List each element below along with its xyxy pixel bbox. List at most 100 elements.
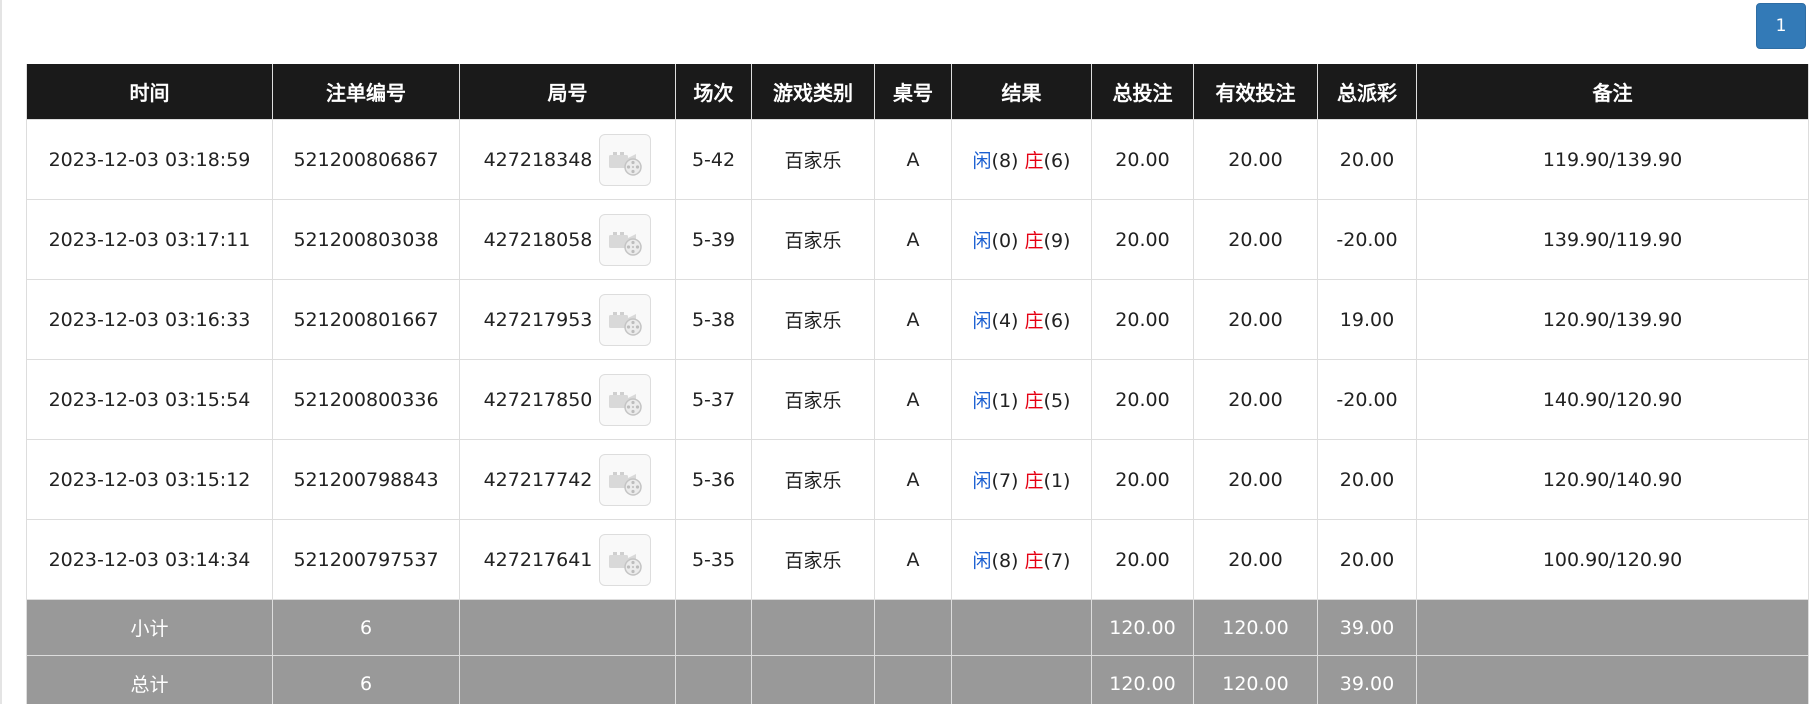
round-id-group: 427217953 <box>484 293 652 346</box>
cell-payout: 20.00 <box>1317 119 1417 200</box>
subtotal-row: 小计 6 120.00 120.00 39.00 <box>26 599 1809 656</box>
grand-total-total-bet: 120.00 <box>1091 655 1194 704</box>
cell-game-type: 百家乐 <box>751 199 875 280</box>
header-result: 结果 <box>951 64 1092 120</box>
result-player-label: 闲 <box>972 550 992 572</box>
video-replay-button[interactable] <box>599 373 652 426</box>
round-id-group: 427217742 <box>483 453 652 506</box>
cell-valid-bet: 20.00 <box>1193 519 1318 600</box>
cell-time: 2023-12-03 03:18:59 <box>26 119 273 200</box>
cell-time: 2023-12-03 03:17:11 <box>26 199 273 280</box>
video-replay-button[interactable] <box>599 133 652 186</box>
round-id-text: 427218058 <box>483 228 593 251</box>
round-id-text: 427217850 <box>483 388 593 411</box>
cell-valid-bet: 20.00 <box>1193 199 1318 280</box>
cell-result: 闲(1) 庄(5) <box>951 359 1092 440</box>
video-replay-button[interactable] <box>599 533 652 586</box>
grand-total-valid-bet: 120.00 <box>1193 655 1318 704</box>
cell-result: 闲(8) 庄(6) <box>951 119 1092 200</box>
result-player-label: 闲 <box>972 470 992 492</box>
page-button-1[interactable]: 1 <box>1756 3 1806 49</box>
cell-game-type: 百家乐 <box>751 359 875 440</box>
cell-valid-bet: 20.00 <box>1193 119 1318 200</box>
empty-cell <box>1416 599 1809 656</box>
header-game-type: 游戏类别 <box>751 64 875 120</box>
video-replay-icon <box>609 311 643 336</box>
video-replay-icon <box>609 551 643 576</box>
round-id-text: 427217742 <box>483 468 593 491</box>
cell-game-type: 百家乐 <box>751 439 875 520</box>
cell-round-id: 427217850 <box>459 359 676 440</box>
empty-cell <box>675 655 752 704</box>
table-row: 2023-12-03 03:15:54 521200800336 4272178… <box>26 359 1809 440</box>
result-player-score: (0) <box>991 230 1019 252</box>
result-banker-score: (5) <box>1043 390 1071 412</box>
result-player-label: 闲 <box>972 230 992 252</box>
round-id-text: 427217641 <box>483 548 593 571</box>
cell-remark: 119.90/139.90 <box>1416 119 1809 200</box>
cell-table-no: A <box>874 119 952 200</box>
result-banker-score: (7) <box>1043 550 1071 572</box>
result-banker-score: (9) <box>1043 230 1071 252</box>
empty-cell <box>459 599 676 656</box>
video-replay-button[interactable] <box>599 293 652 346</box>
cell-bet-id: 521200798843 <box>272 439 460 520</box>
result-player-score: (8) <box>991 550 1019 572</box>
cell-result: 闲(8) 庄(7) <box>951 519 1092 600</box>
pagination: 1 <box>1756 3 1806 49</box>
cell-session: 5-35 <box>675 519 752 600</box>
cell-bet-id: 521200801667 <box>272 279 460 360</box>
result-banker-score: (1) <box>1043 470 1071 492</box>
grand-total-count: 6 <box>272 655 460 704</box>
empty-cell <box>951 655 1092 704</box>
result-banker-label: 庄 <box>1024 230 1044 252</box>
cell-result: 闲(7) 庄(1) <box>951 439 1092 520</box>
cell-valid-bet: 20.00 <box>1193 279 1318 360</box>
cell-bet-id: 521200797537 <box>272 519 460 600</box>
subtotal-count: 6 <box>272 599 460 656</box>
header-bet-id: 注单编号 <box>272 64 460 120</box>
video-replay-icon <box>609 231 643 256</box>
empty-cell <box>874 599 952 656</box>
cell-bet-id: 521200806867 <box>272 119 460 200</box>
subtotal-total-bet: 120.00 <box>1091 599 1194 656</box>
video-replay-icon <box>609 391 643 416</box>
empty-cell <box>951 599 1092 656</box>
header-valid-bet: 有效投注 <box>1193 64 1318 120</box>
cell-session: 5-42 <box>675 119 752 200</box>
cell-session: 5-36 <box>675 439 752 520</box>
cell-remark: 120.90/140.90 <box>1416 439 1809 520</box>
result-banker-label: 庄 <box>1024 390 1044 412</box>
grand-total-label: 总计 <box>26 655 273 704</box>
table-row: 2023-12-03 03:15:12 521200798843 4272177… <box>26 439 1809 520</box>
result-banker-label: 庄 <box>1024 550 1044 572</box>
video-replay-button[interactable] <box>599 213 652 266</box>
cell-game-type: 百家乐 <box>751 119 875 200</box>
cell-bet-id: 521200800336 <box>272 359 460 440</box>
cell-result: 闲(0) 庄(9) <box>951 199 1092 280</box>
header-remark: 备注 <box>1416 64 1809 120</box>
cell-table-no: A <box>874 279 952 360</box>
empty-cell <box>751 655 875 704</box>
result-player-score: (7) <box>991 470 1019 492</box>
cell-session: 5-38 <box>675 279 752 360</box>
result-player-label: 闲 <box>972 390 992 412</box>
header-round-id: 局号 <box>459 64 676 120</box>
header-time: 时间 <box>26 64 273 120</box>
header-table-no: 桌号 <box>874 64 952 120</box>
cell-table-no: A <box>874 439 952 520</box>
cell-total-bet: 20.00 <box>1091 519 1194 600</box>
cell-payout: -20.00 <box>1317 199 1417 280</box>
table-row: 2023-12-03 03:16:33 521200801667 4272179… <box>26 279 1809 360</box>
header-total-payout: 总派彩 <box>1317 64 1417 120</box>
result-player-score: (1) <box>991 390 1019 412</box>
header-session: 场次 <box>675 64 752 120</box>
table-header-row: 时间 注单编号 局号 场次 游戏类别 桌号 结果 总投注 有效投注 总派彩 备注 <box>26 64 1809 120</box>
subtotal-label: 小计 <box>26 599 273 656</box>
table-row: 2023-12-03 03:18:59 521200806867 4272183… <box>26 119 1809 200</box>
cell-total-bet: 20.00 <box>1091 359 1194 440</box>
round-id-group: 427218348 <box>484 133 652 186</box>
cell-valid-bet: 20.00 <box>1193 439 1318 520</box>
cell-valid-bet: 20.00 <box>1193 359 1318 440</box>
video-replay-button[interactable] <box>599 453 652 506</box>
